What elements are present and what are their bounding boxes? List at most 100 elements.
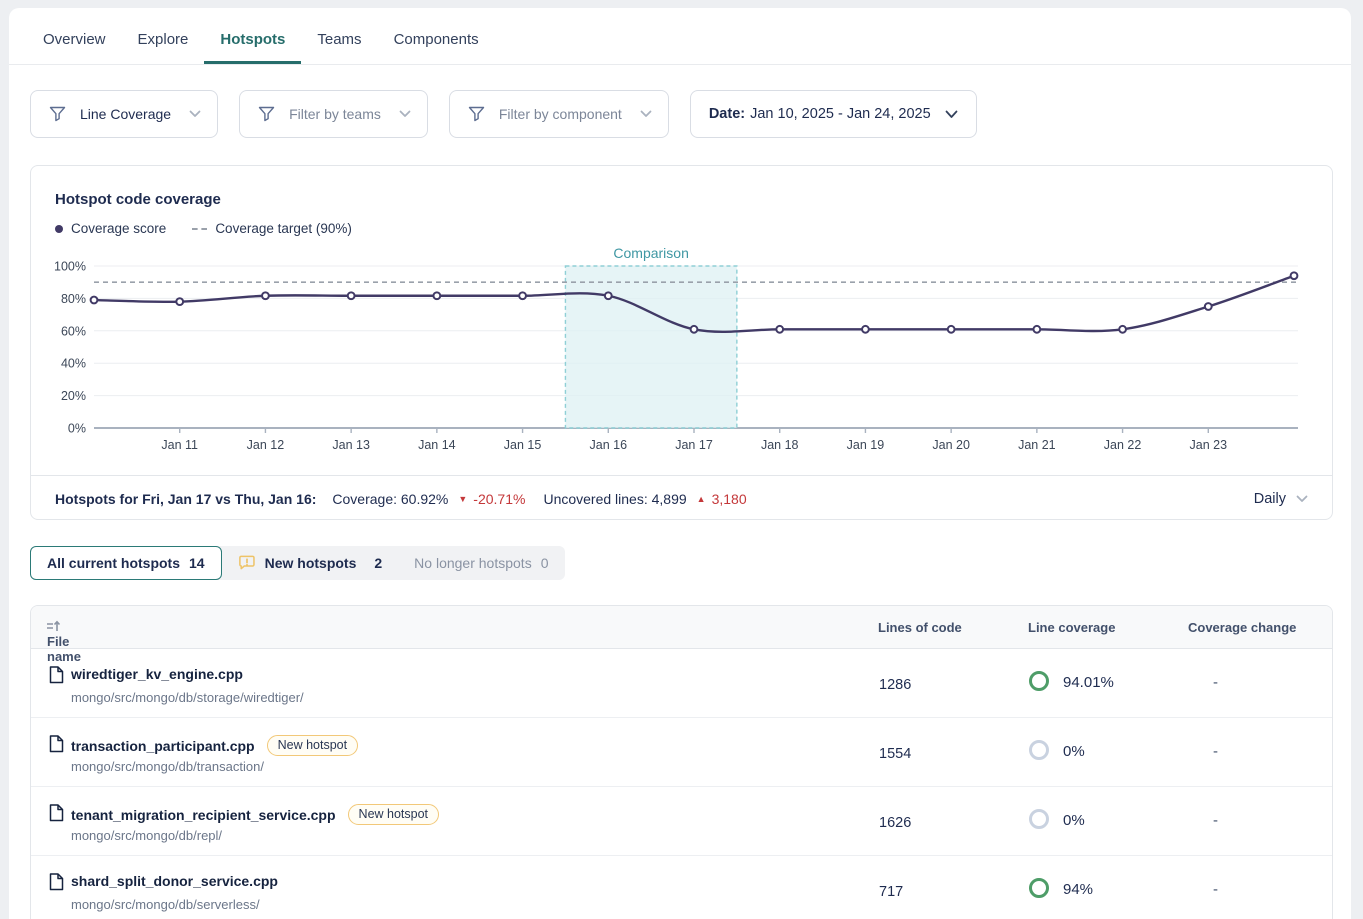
svg-text:Jan 17: Jan 17 [675, 438, 713, 452]
column-lines-of-code: Lines of code [878, 620, 962, 635]
funnel-icon [258, 106, 275, 122]
metric-filter-label: Line Coverage [80, 106, 171, 122]
new-hotspot-badge: New hotspot [348, 804, 439, 825]
teams-filter-dropdown[interactable]: Filter by teams [239, 90, 428, 138]
tab-all-current-hotspots[interactable]: All current hotspots 14 [30, 546, 222, 580]
tab-label: All current hotspots [47, 555, 180, 571]
svg-text:100%: 100% [54, 260, 86, 274]
tab-teams[interactable]: Teams [301, 22, 377, 64]
svg-text:Jan 14: Jan 14 [418, 438, 456, 452]
funnel-icon [49, 106, 66, 122]
new-hotspot-badge: New hotspot [267, 735, 358, 756]
hotspots-table: File name Lines of code Line coverage Co… [30, 605, 1333, 919]
tab-label: No longer hotspots [414, 555, 532, 571]
file-name[interactable]: shard_split_donor_service.cpp [71, 873, 278, 889]
component-filter-dropdown[interactable]: Filter by component [449, 90, 669, 138]
app-page: Overview Explore Hotspots Teams Componen… [9, 8, 1351, 919]
chart-title: Hotspot code coverage [31, 166, 1332, 208]
table-row[interactable]: wiredtiger_kv_engine.cpp mongo/src/mongo… [31, 649, 1332, 718]
file-path: mongo/src/mongo/db/transaction/ [71, 759, 264, 774]
funnel-icon [468, 106, 485, 122]
interval-value: Daily [1254, 491, 1286, 507]
coverage-chart-card: Hotspot code coverage Coverage score Cov… [30, 165, 1333, 520]
line-coverage-value: 94% [1063, 881, 1093, 898]
line-coverage-value: 0% [1063, 743, 1085, 760]
chevron-down-icon [1296, 495, 1308, 503]
dashed-line-icon [192, 228, 207, 230]
svg-text:Jan 22: Jan 22 [1104, 438, 1142, 452]
svg-text:Jan 13: Jan 13 [332, 438, 370, 452]
component-filter-label: Filter by component [499, 106, 622, 122]
coverage-line-chart: 0%20%40%60%80%100%ComparisonJan 11Jan 12… [32, 246, 1333, 458]
chevron-down-icon [945, 110, 958, 119]
tab-hotspots[interactable]: Hotspots [204, 22, 301, 64]
lines-of-code-value: 1286 [879, 677, 911, 693]
svg-text:Jan 23: Jan 23 [1190, 438, 1228, 452]
legend-coverage-target: Coverage target (90%) [192, 221, 352, 236]
table-header: File name Lines of code Line coverage Co… [31, 606, 1332, 649]
svg-text:80%: 80% [61, 292, 86, 306]
tab-count: 0 [541, 555, 549, 571]
metric-filter-dropdown[interactable]: Line Coverage [30, 90, 218, 138]
hotspot-tab-group: All current hotspots 14 New hotspots 2 N… [30, 546, 565, 580]
legend-label: Coverage target (90%) [215, 221, 352, 236]
tab-new-hotspots[interactable]: New hotspots 2 [222, 546, 399, 580]
tab-count: 2 [374, 555, 382, 571]
tab-no-longer-hotspots[interactable]: No longer hotspots 0 [398, 546, 564, 580]
coverage-change-value: - [1213, 674, 1218, 691]
alert-bubble-icon [238, 555, 256, 572]
file-path: mongo/src/mongo/db/serverless/ [71, 897, 260, 912]
svg-text:Jan 21: Jan 21 [1018, 438, 1056, 452]
file-path: mongo/src/mongo/db/repl/ [71, 828, 222, 843]
sort-ascending-icon [47, 620, 61, 633]
lines-of-code-value: 1626 [879, 815, 911, 831]
tab-label: New hotspots [265, 555, 357, 571]
chevron-down-icon [640, 110, 652, 118]
coverage-stat: Coverage: 60.92% [332, 491, 448, 507]
file-name[interactable]: wiredtiger_kv_engine.cpp [71, 666, 243, 682]
series-dot-icon [55, 225, 63, 233]
file-icon [49, 873, 64, 896]
tab-components[interactable]: Components [378, 22, 495, 64]
triangle-up-icon: ▲ [697, 494, 706, 504]
table-row[interactable]: transaction_participant.cpp New hotspot … [31, 718, 1332, 787]
coverage-change-value: - [1213, 881, 1218, 898]
tab-count: 14 [189, 555, 205, 571]
filter-bar: Line Coverage Filter by teams Filter by … [30, 90, 1351, 138]
column-coverage-change: Coverage change [1188, 620, 1296, 635]
svg-text:Jan 19: Jan 19 [847, 438, 885, 452]
column-file-name[interactable]: File name [47, 620, 61, 633]
coverage-ring-icon [1029, 740, 1049, 760]
summary-title: Hotspots for Fri, Jan 17 vs Thu, Jan 16: [55, 491, 316, 507]
interval-dropdown[interactable]: Daily [1254, 491, 1312, 507]
line-coverage-value: 94.01% [1063, 674, 1114, 691]
uncovered-delta: 3,180 [712, 491, 747, 507]
chevron-down-icon [189, 110, 201, 118]
top-navigation: Overview Explore Hotspots Teams Componen… [9, 8, 1351, 65]
date-range-dropdown[interactable]: Date: Jan 10, 2025 - Jan 24, 2025 [690, 90, 977, 138]
file-name[interactable]: tenant_migration_recipient_service.cpp [71, 807, 336, 823]
coverage-ring-icon [1029, 878, 1049, 898]
svg-text:Jan 12: Jan 12 [247, 438, 285, 452]
tab-explore[interactable]: Explore [122, 22, 205, 64]
table-body: wiredtiger_kv_engine.cpp mongo/src/mongo… [31, 649, 1332, 919]
lines-of-code-value: 717 [879, 884, 903, 900]
file-icon [49, 666, 64, 689]
tab-overview[interactable]: Overview [27, 22, 122, 64]
coverage-chart-svg: 0%20%40%60%80%100%ComparisonJan 11Jan 12… [32, 246, 1333, 458]
file-name[interactable]: transaction_participant.cpp [71, 738, 255, 754]
chevron-down-icon [399, 110, 411, 118]
table-row[interactable]: shard_split_donor_service.cpp mongo/src/… [31, 856, 1332, 919]
svg-text:Jan 15: Jan 15 [504, 438, 542, 452]
coverage-change-value: - [1213, 743, 1218, 760]
svg-text:Comparison: Comparison [613, 246, 688, 261]
date-range-value: Jan 10, 2025 - Jan 24, 2025 [750, 106, 931, 122]
file-icon [49, 804, 64, 827]
table-row[interactable]: tenant_migration_recipient_service.cpp N… [31, 787, 1332, 856]
teams-filter-label: Filter by teams [289, 106, 381, 122]
lines-of-code-value: 1554 [879, 746, 911, 762]
line-coverage-value: 0% [1063, 812, 1085, 829]
svg-text:60%: 60% [61, 324, 86, 338]
svg-text:Jan 20: Jan 20 [932, 438, 970, 452]
coverage-ring-icon [1029, 671, 1049, 691]
